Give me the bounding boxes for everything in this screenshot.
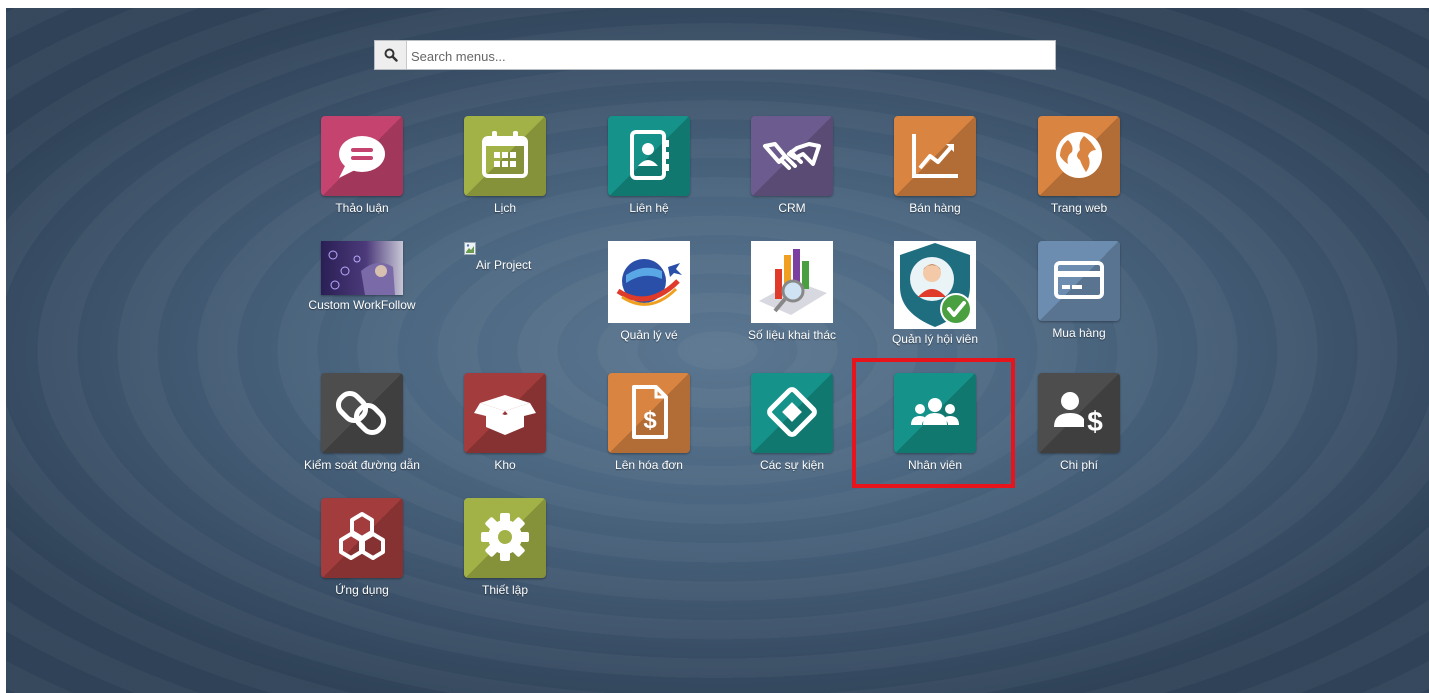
app-label: Quản lý vé xyxy=(620,328,678,342)
app-len-hoa-don[interactable]: $ Lên hóa đơn xyxy=(589,373,709,472)
home-menu: Thảo luận Lịch Liên hệ xyxy=(6,8,1429,693)
app-trang-web[interactable]: Trang web xyxy=(1019,116,1139,215)
app-label: CRM xyxy=(778,201,806,215)
app-lich[interactable]: Lịch xyxy=(445,116,565,215)
ticket-icon xyxy=(767,387,817,437)
app-tile xyxy=(321,373,403,453)
app-label: Ứng dụng xyxy=(335,583,389,597)
app-custom-workfollow[interactable]: Custom WorkFollow xyxy=(302,241,422,312)
app-tile xyxy=(321,498,403,578)
app-ung-dung[interactable]: Ứng dụng xyxy=(302,498,422,597)
app-label: Kho xyxy=(494,458,516,472)
app-thao-luan[interactable]: Thảo luận xyxy=(302,116,422,215)
calendar-icon xyxy=(482,131,528,178)
app-mua-hang[interactable]: Mua hàng xyxy=(1019,241,1139,340)
svg-text:$: $ xyxy=(1087,406,1103,437)
app-thiet-lap[interactable]: Thiết lập xyxy=(445,498,565,597)
invoice-dollar-icon: $ xyxy=(632,385,668,439)
app-tile xyxy=(464,116,546,196)
search-icon[interactable] xyxy=(375,41,407,69)
app-label: Số liệu khai thác xyxy=(747,328,837,342)
app-cac-su-kien[interactable]: Các sự kiện xyxy=(732,373,852,472)
app-chi-phi[interactable]: $ Chi phí xyxy=(1019,373,1139,472)
bar-chart-magnifier-icon xyxy=(751,241,833,323)
highlight-box xyxy=(852,358,1015,488)
app-label: Kiểm soát đường dẫn xyxy=(304,458,420,472)
app-label: Custom WorkFollow xyxy=(308,298,416,312)
workflow-image-icon xyxy=(321,241,403,295)
link-icon xyxy=(335,390,387,436)
app-tile xyxy=(464,373,546,453)
app-quan-ly-hoi-vien[interactable]: Quản lý hội viên xyxy=(875,241,995,346)
app-label: Liên hệ xyxy=(629,201,669,215)
chat-bubble-icon xyxy=(339,136,385,178)
cubes-icon xyxy=(339,512,385,560)
app-tile xyxy=(321,116,403,196)
app-crm[interactable]: CRM xyxy=(732,116,852,215)
app-lien-he[interactable]: Liên hệ xyxy=(589,116,709,215)
app-tile xyxy=(751,116,833,196)
app-quan-ly-ve[interactable]: Quản lý vé xyxy=(589,241,709,342)
broken-image-icon xyxy=(464,242,476,255)
app-label: Lên hóa đơn xyxy=(615,458,683,472)
globe-plane-icon xyxy=(608,241,690,323)
app-tile xyxy=(608,116,690,196)
app-label: Trang web xyxy=(1050,201,1108,215)
app-tile xyxy=(894,116,976,196)
user-dollar-icon: $ xyxy=(1054,392,1103,437)
app-tile: $ xyxy=(608,373,690,453)
app-tile xyxy=(1038,241,1120,321)
app-tile xyxy=(1038,116,1120,196)
address-book-icon xyxy=(630,130,669,180)
app-kho[interactable]: Kho xyxy=(445,373,565,472)
app-kiem-soat-duong-dan[interactable]: Kiểm soát đường dẫn xyxy=(302,373,422,472)
app-label: Các sự kiện xyxy=(759,458,825,472)
search-input[interactable] xyxy=(409,44,1043,68)
credit-card-icon xyxy=(1054,261,1104,299)
app-label: Thảo luận xyxy=(335,201,389,215)
app-label: Quản lý hội viên xyxy=(891,332,979,346)
search-bar xyxy=(374,40,1056,70)
open-box-icon xyxy=(474,395,536,435)
handshake-icon xyxy=(763,142,821,170)
gear-icon xyxy=(481,513,529,561)
app-tile xyxy=(751,373,833,453)
app-tile xyxy=(464,498,546,578)
app-label: Mua hàng xyxy=(1052,326,1106,340)
app-label: Lịch xyxy=(493,201,516,215)
app-label: Bán hàng xyxy=(909,201,961,215)
app-ban-hang[interactable]: Bán hàng xyxy=(875,116,995,215)
line-chart-icon xyxy=(912,134,958,178)
globe-icon xyxy=(1056,132,1102,178)
app-tile: $ xyxy=(1038,373,1120,453)
svg-text:$: $ xyxy=(643,407,657,434)
app-label: Thiết lập xyxy=(481,583,529,597)
app-label: Chi phí xyxy=(1059,458,1099,472)
member-check-icon xyxy=(894,241,976,329)
app-so-lieu-khai-thac[interactable]: Số liệu khai thác xyxy=(732,241,852,342)
app-label: Air Project xyxy=(476,258,532,272)
